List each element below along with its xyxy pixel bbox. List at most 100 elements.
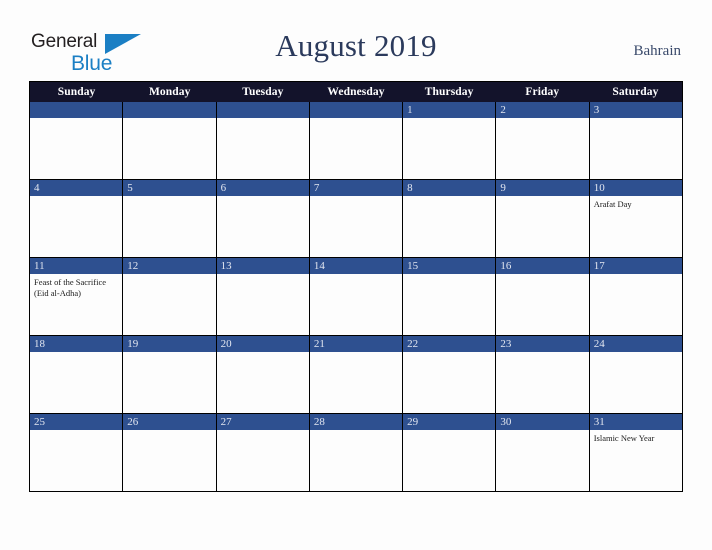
- weekday-header-row: Sunday Monday Tuesday Wednesday Thursday Frid…: [30, 82, 682, 102]
- day-cell-29[interactable]: 29: [402, 414, 496, 491]
- day-events: [217, 274, 309, 335]
- day-events: [496, 352, 588, 413]
- day-cell-18[interactable]: 18: [30, 336, 123, 413]
- week-row: 11 Feast of the Sacrifice (Eid al-Adha) 12…: [30, 257, 682, 335]
- day-events: [217, 196, 309, 257]
- day-events: Feast of the Sacrifice (Eid al-Adha): [30, 274, 122, 335]
- day-events: [590, 352, 682, 413]
- day-events: [123, 430, 215, 491]
- day-cell-27[interactable]: 27: [215, 414, 309, 491]
- day-cell-19[interactable]: 19: [122, 336, 216, 413]
- date-number: 5: [123, 180, 216, 196]
- date-number: 22: [403, 336, 496, 352]
- day-cell-20[interactable]: 20: [215, 336, 309, 413]
- page-title: August 2019: [275, 28, 437, 63]
- day-cell-3[interactable]: 3: [588, 102, 682, 179]
- date-number: 15: [403, 258, 496, 274]
- day-cell-2[interactable]: 2: [495, 102, 589, 179]
- day-cell-10[interactable]: 10 Arafat Day: [588, 180, 682, 257]
- date-number: 31: [589, 414, 682, 430]
- day-events: [123, 274, 215, 335]
- week-row: 4 5 6 7 8 9 10 Arafat Day: [30, 179, 682, 257]
- weekday-header-monday: Monday: [148, 86, 191, 98]
- day-cell-21[interactable]: 21: [308, 336, 403, 413]
- day-events: [496, 118, 588, 179]
- date-number: 11: [30, 258, 123, 274]
- date-number: 24: [589, 336, 682, 352]
- day-events: [403, 118, 495, 179]
- day-events: [310, 118, 402, 179]
- day-events: [590, 274, 682, 335]
- weekday-header-friday: Friday: [525, 86, 560, 98]
- day-cell-5[interactable]: 5: [122, 180, 216, 257]
- day-events: [123, 196, 215, 257]
- day-events: [30, 430, 122, 491]
- day-cell-empty[interactable]: [30, 102, 123, 179]
- day-cell-25[interactable]: 25: [30, 414, 123, 491]
- date-number: 10: [589, 180, 682, 196]
- date-number: [30, 102, 123, 118]
- weekday-header-saturday: Saturday: [612, 86, 659, 98]
- date-number: [123, 102, 216, 118]
- day-events: Islamic New Year: [590, 430, 682, 491]
- weekday-header-wednesday: Wednesday: [327, 86, 385, 98]
- day-cell-11[interactable]: 11 Feast of the Sacrifice (Eid al-Adha): [30, 258, 123, 335]
- day-cell-14[interactable]: 14: [308, 258, 403, 335]
- day-events: [403, 274, 495, 335]
- day-cell-1[interactable]: 1: [402, 102, 496, 179]
- day-events: [310, 196, 402, 257]
- date-number: 12: [123, 258, 216, 274]
- day-cell-30[interactable]: 30: [495, 414, 589, 491]
- day-cell-9[interactable]: 9: [495, 180, 589, 257]
- day-cell-7[interactable]: 7: [308, 180, 403, 257]
- day-cell-13[interactable]: 13: [215, 258, 309, 335]
- date-number: 28: [309, 414, 403, 430]
- event-label: Islamic New Year: [593, 433, 655, 443]
- event-label: Arafat Day: [593, 199, 632, 209]
- day-cell-8[interactable]: 8: [402, 180, 496, 257]
- day-cell-26[interactable]: 26: [122, 414, 216, 491]
- date-number: 23: [496, 336, 589, 352]
- date-number: [216, 102, 309, 118]
- weekday-header-tuesday: Tuesday: [242, 86, 284, 98]
- day-events: [496, 274, 588, 335]
- date-number: 25: [30, 414, 123, 430]
- day-events: [590, 118, 682, 179]
- day-cell-23[interactable]: 23: [495, 336, 589, 413]
- day-cell-24[interactable]: 24: [588, 336, 682, 413]
- date-number: 13: [216, 258, 309, 274]
- day-events: [310, 430, 402, 491]
- date-number: 27: [216, 414, 309, 430]
- day-cell-empty[interactable]: [215, 102, 309, 179]
- day-cell-28[interactable]: 28: [308, 414, 403, 491]
- page-header: General Blue August 2019 Bahrain: [0, 0, 712, 80]
- day-cell-31[interactable]: 31 Islamic New Year: [588, 414, 682, 491]
- day-cell-empty[interactable]: [308, 102, 403, 179]
- day-cell-16[interactable]: 16: [495, 258, 589, 335]
- calendar-page: General Blue August 2019 Bahrain Sunday M…: [0, 0, 712, 550]
- day-cell-12[interactable]: 12: [122, 258, 216, 335]
- day-events: [30, 118, 122, 179]
- day-events: [403, 352, 495, 413]
- date-number: 17: [589, 258, 682, 274]
- region-label: Bahrain: [633, 43, 681, 59]
- day-events: Arafat Day: [590, 196, 682, 257]
- date-number: 21: [309, 336, 403, 352]
- day-events: [217, 352, 309, 413]
- weekday-header-thursday: Thursday: [424, 86, 474, 98]
- day-events: [217, 118, 309, 179]
- day-cell-22[interactable]: 22: [402, 336, 496, 413]
- date-number: 29: [403, 414, 496, 430]
- day-events: [30, 352, 122, 413]
- day-cell-empty[interactable]: [122, 102, 216, 179]
- week-row: 25 26 27 28 29 30 31 Islamic New Year: [30, 413, 682, 491]
- day-events: [310, 274, 402, 335]
- day-cell-15[interactable]: 15: [402, 258, 496, 335]
- day-cell-4[interactable]: 4: [30, 180, 123, 257]
- date-number: 30: [496, 414, 589, 430]
- date-number: 8: [403, 180, 496, 196]
- day-cell-6[interactable]: 6: [215, 180, 309, 257]
- date-number: 18: [30, 336, 123, 352]
- day-cell-17[interactable]: 17: [588, 258, 682, 335]
- date-number: 3: [589, 102, 682, 118]
